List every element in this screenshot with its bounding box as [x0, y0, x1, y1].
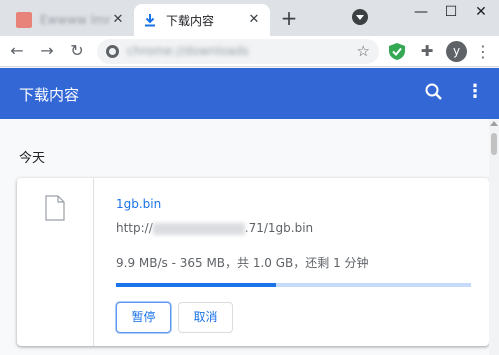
download-url[interactable]: http:// .71/1gb.bin — [116, 221, 313, 235]
tab-title: Ewwww lmrd — [40, 13, 110, 27]
address-bar[interactable]: chrome://downloads ☆ — [97, 39, 379, 64]
star-icon[interactable]: ☆ — [357, 42, 370, 60]
redacted-host — [152, 223, 245, 235]
tab-title: 下载内容 — [166, 13, 215, 28]
download-item: 1gb.bin http:// .71/1gb.bin 9.9 MB/s - 3… — [17, 178, 489, 346]
search-icon[interactable] — [424, 82, 444, 102]
download-filename[interactable]: 1gb.bin — [116, 197, 161, 211]
more-actions-icon[interactable]: ⋮ — [466, 80, 484, 104]
tab-close-icon[interactable]: ✕ — [110, 12, 126, 28]
downloads-page: 下载内容 ⋮ 今天 1gb.bin http:// .71/1gb.bin 9.… — [0, 68, 499, 355]
file-icon-column — [17, 178, 94, 346]
close-window-button[interactable]: ✕ — [466, 0, 496, 24]
tab-downloads[interactable]: 下载内容 ✕ — [134, 4, 270, 36]
browser-menu-icon[interactable]: ⋮ — [474, 41, 492, 62]
minimize-button[interactable]: — — [406, 0, 436, 24]
downloads-header: 下载内容 ⋮ — [0, 68, 499, 119]
tab-close-icon[interactable]: ✕ — [246, 12, 262, 28]
scroll-up-arrow-icon[interactable] — [490, 121, 498, 126]
scrollbar-thumb[interactable] — [491, 133, 497, 155]
back-button[interactable]: ← — [6, 40, 28, 62]
address-url[interactable]: chrome://downloads — [127, 44, 317, 58]
tab-search-dropdown-icon[interactable] — [352, 9, 368, 25]
pause-button[interactable]: 暂停 — [116, 302, 171, 333]
browser-toolbar: ← → ↻ chrome://downloads ☆ ✚ y ⋮ — [0, 36, 499, 67]
file-icon — [45, 195, 65, 221]
avatar[interactable]: y — [446, 41, 467, 62]
shield-icon[interactable] — [389, 43, 405, 60]
tab-strip: Ewwww lmrd ✕ 下载内容 ✕ + — ☐ ✕ — [0, 0, 499, 36]
download-status: 9.9 MB/s - 365 MB，共 1.0 GB，还剩 1 分钟 — [116, 256, 369, 270]
download-progress-fill — [116, 283, 276, 287]
page-scrollbar[interactable] — [489, 119, 499, 355]
new-tab-button[interactable]: + — [278, 8, 300, 30]
forward-button[interactable]: → — [36, 40, 58, 62]
date-group-label: 今天 — [19, 151, 46, 166]
download-url-suffix: .71/1gb.bin — [244, 221, 314, 235]
chrome-icon — [106, 45, 119, 58]
download-url-prefix: http:// — [116, 221, 153, 235]
tab-previous[interactable]: Ewwww lmrd ✕ — [8, 4, 134, 36]
favicon-icon — [16, 12, 32, 28]
maximize-button[interactable]: ☐ — [436, 0, 466, 24]
download-icon — [142, 12, 158, 28]
page-title: 下载内容 — [19, 86, 80, 104]
download-progress-bar — [116, 283, 471, 287]
puzzle-icon[interactable]: ✚ — [418, 42, 436, 60]
cancel-button[interactable]: 取消 — [178, 302, 233, 333]
reload-button[interactable]: ↻ — [66, 40, 88, 62]
